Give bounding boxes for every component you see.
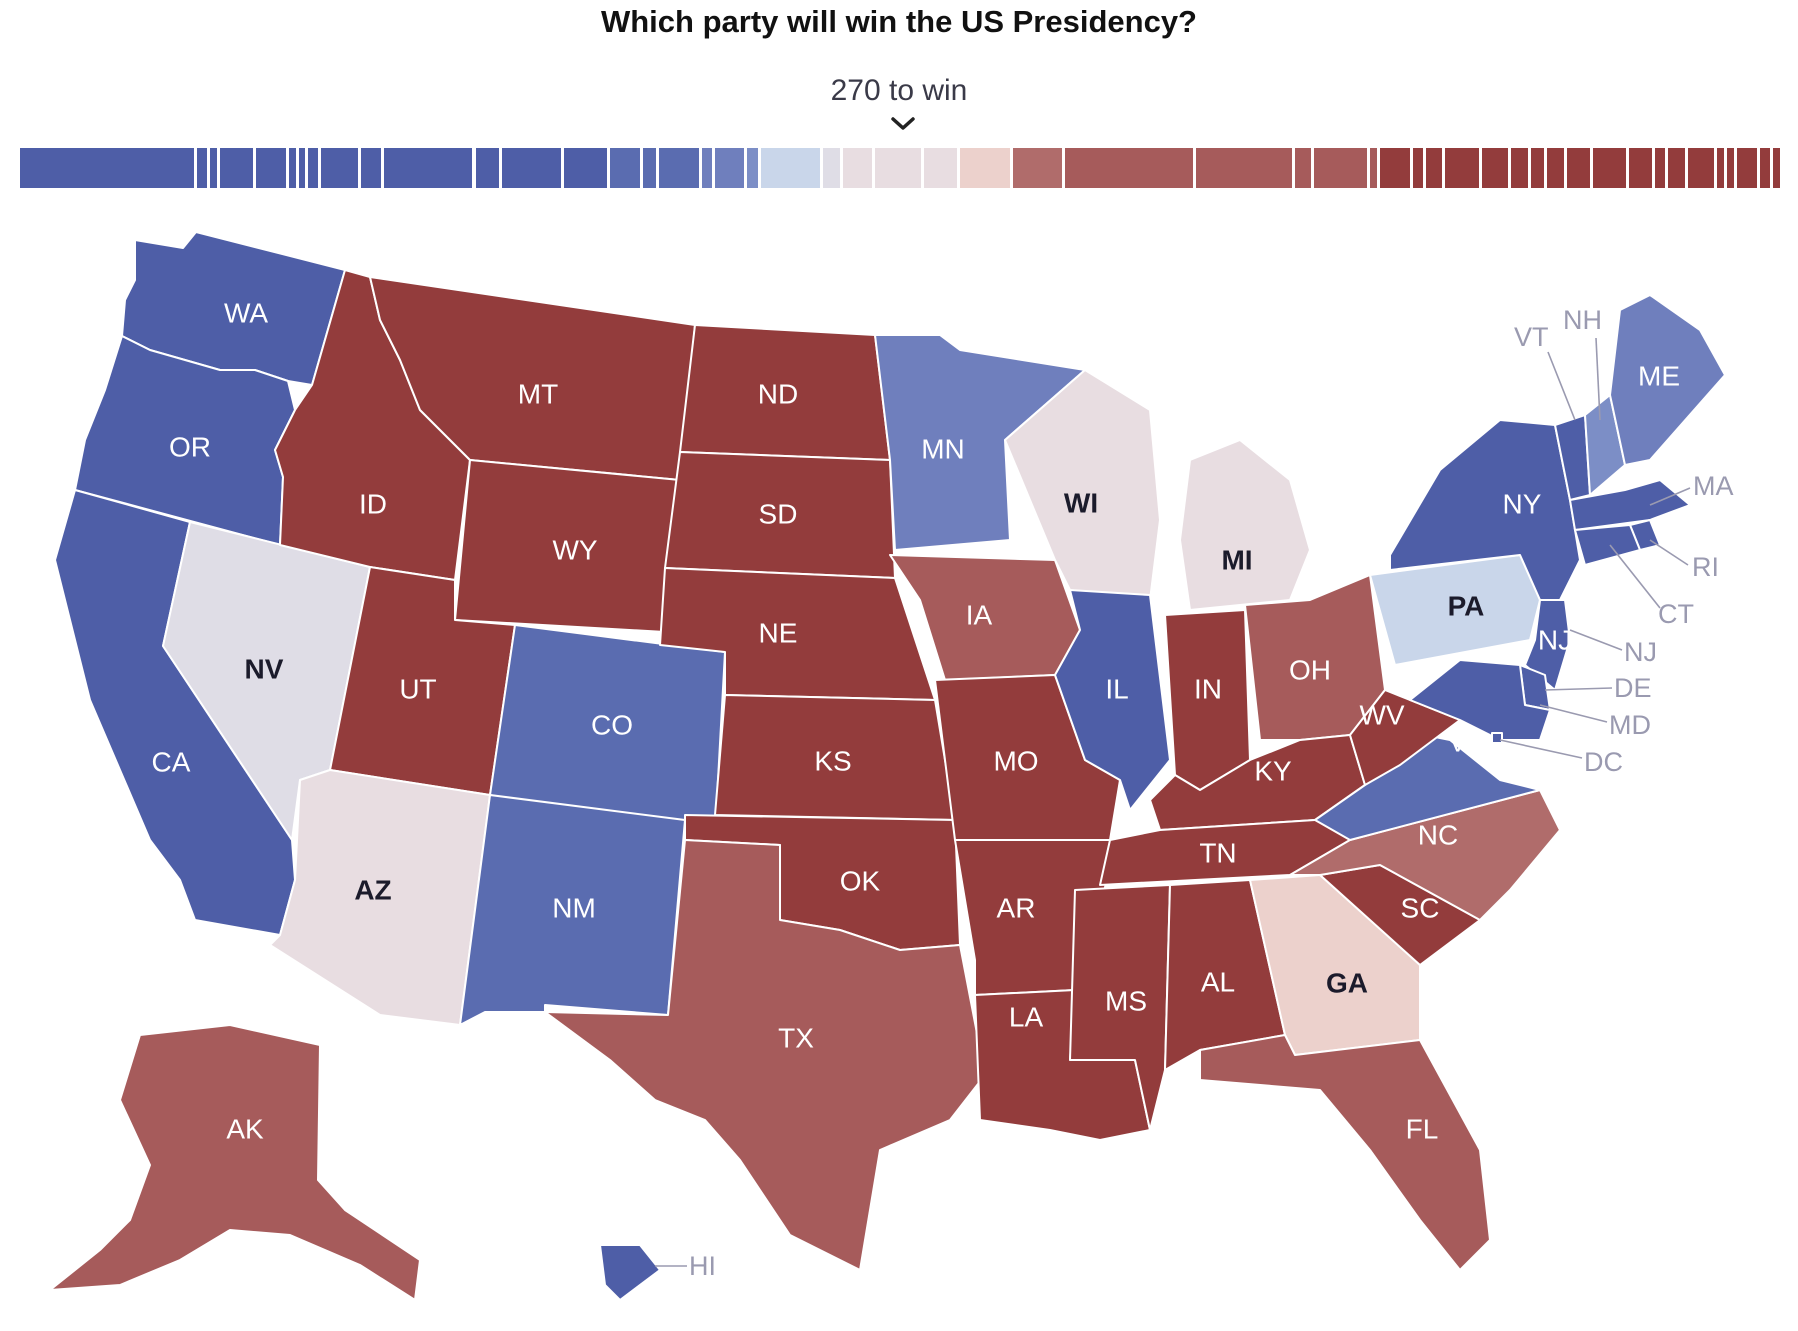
state-wy[interactable] [454, 459, 681, 633]
bar-segment-wy[interactable] [1773, 148, 1780, 188]
state-label-nh: NH [1563, 305, 1602, 335]
leader-line-dc [1499, 739, 1583, 759]
bar-segment-nv[interactable] [822, 148, 840, 188]
bar-segment-nm[interactable] [642, 148, 656, 188]
bar-segment-ma[interactable] [219, 148, 253, 188]
bar-segment-nh[interactable] [747, 148, 758, 188]
state-label-nj: NJ [1624, 637, 1657, 667]
bar-segment-fl[interactable] [1196, 148, 1292, 188]
bar-segment-ia[interactable] [1294, 148, 1312, 188]
state-pa[interactable] [1369, 554, 1541, 666]
state-label-dc: DC [1584, 747, 1623, 777]
bar-segment-ak[interactable] [1370, 148, 1377, 188]
state-az[interactable] [269, 769, 491, 1026]
state-nm[interactable] [459, 794, 686, 1026]
bar-segment-mo[interactable] [1379, 148, 1410, 188]
bar-segment-vt[interactable] [210, 148, 217, 188]
bar-segment-ny[interactable] [383, 148, 473, 188]
state-label-hi: HI [689, 1251, 716, 1281]
state-label-ri: RI [1692, 552, 1719, 582]
bar-segment-ok[interactable] [1737, 148, 1758, 188]
threshold-label: 270 to win [830, 74, 968, 107]
bar-segment-sd[interactable] [1717, 148, 1725, 188]
state-label-md: MD [1609, 710, 1651, 740]
bar-segment-nc[interactable] [1012, 148, 1063, 188]
state-ct[interactable] [1574, 524, 1641, 566]
bar-segment-oh[interactable] [1314, 148, 1368, 188]
leader-line-vt [1547, 351, 1576, 421]
bar-segment-sc[interactable] [1481, 148, 1508, 188]
bar-segment-wa[interactable] [321, 148, 358, 188]
state-ak[interactable] [49, 1024, 421, 1301]
bar-segment-mn[interactable] [714, 148, 745, 188]
bar-segment-tx[interactable] [1065, 148, 1194, 188]
bar-segment-ms[interactable] [1547, 148, 1564, 188]
bar-segment-ky[interactable] [1628, 148, 1653, 188]
bar-segment-az[interactable] [924, 148, 958, 188]
bar-segment-wv[interactable] [1760, 148, 1771, 188]
bar-segment-me[interactable] [701, 148, 712, 188]
bar-segment-nd[interactable] [1727, 148, 1735, 188]
bar-segment-va[interactable] [659, 148, 699, 188]
state-mi[interactable] [1179, 439, 1311, 611]
state-dc[interactable] [1491, 732, 1503, 744]
leader-line-nj [1569, 629, 1623, 651]
bar-segment-ga[interactable] [960, 148, 1010, 188]
leader-line-ct [1609, 544, 1661, 609]
state-label-ct: CT [1658, 599, 1694, 629]
bar-segment-ct[interactable] [360, 148, 381, 188]
leader-line-md [1539, 704, 1608, 723]
state-sd[interactable] [664, 451, 896, 579]
bar-segment-hi[interactable] [196, 148, 208, 188]
bar-segment-id[interactable] [1655, 148, 1666, 188]
state-hi[interactable] [599, 1244, 661, 1301]
state-nd[interactable] [679, 324, 891, 461]
leader-line-ri [1649, 539, 1689, 566]
bar-segment-pa[interactable] [760, 148, 820, 188]
bar-segment-la[interactable] [1566, 148, 1590, 188]
chevron-down-icon [891, 117, 915, 130]
bar-segment-dc[interactable] [288, 148, 296, 188]
bar-segment-md[interactable] [255, 148, 286, 188]
bar-segment-tn[interactable] [1592, 148, 1626, 188]
bar-segment-ar[interactable] [1668, 148, 1685, 188]
state-label-de: DE [1614, 673, 1652, 703]
bar-segment-mi[interactable] [875, 148, 922, 188]
map-title: Which party will win the US Presidency? [600, 4, 1197, 39]
bar-segment-al[interactable] [1687, 148, 1715, 188]
bar-segment-or[interactable] [475, 148, 499, 188]
bar-segment-in[interactable] [1445, 148, 1479, 188]
bar-segment-co[interactable] [609, 148, 640, 188]
state-me[interactable] [1609, 294, 1726, 466]
state-in[interactable] [1164, 609, 1251, 791]
bar-segment-wi[interactable] [842, 148, 873, 188]
bar-segment-ut[interactable] [1511, 148, 1528, 188]
bar-segment-il[interactable] [501, 148, 561, 188]
state-ks[interactable] [714, 694, 956, 821]
bar-segment-ri[interactable] [308, 148, 319, 188]
state-label-ma: MA [1693, 471, 1734, 501]
bar-segment-ca[interactable] [20, 148, 194, 188]
state-label-vt: VT [1514, 322, 1549, 352]
state-fl[interactable] [1199, 1034, 1491, 1271]
us-state-map: WA OR CA NV ID MT WY UT AZ CO NM ND SD NE KS OK TX MN IA MO… [0, 215, 1798, 1331]
electoral-vote-bar [20, 148, 1783, 188]
bar-segment-de[interactable] [298, 148, 306, 188]
bar-segment-nj[interactable] [563, 148, 607, 188]
bar-segment-mt[interactable] [1412, 148, 1423, 188]
bar-segment-ne[interactable] [1530, 148, 1545, 188]
bar-segment-ks[interactable] [1425, 148, 1443, 188]
